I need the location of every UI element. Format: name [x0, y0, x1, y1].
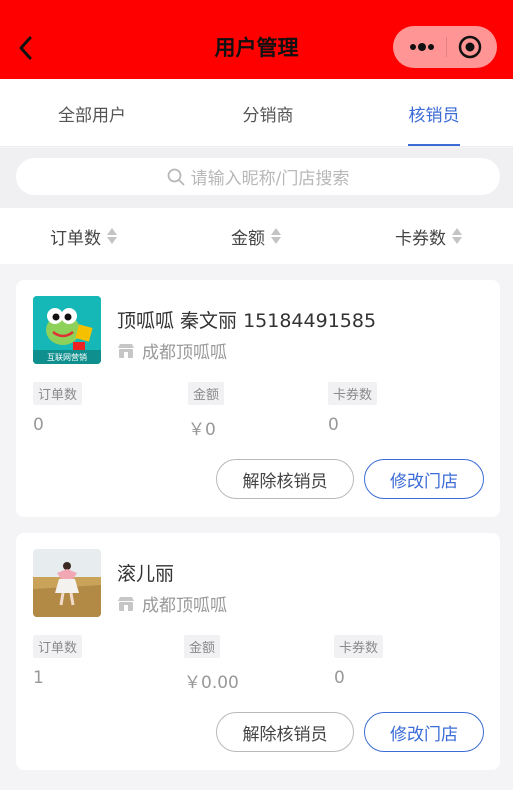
search-icon	[167, 168, 185, 186]
verifier-name: 滚儿丽	[117, 563, 175, 585]
change-store-button[interactable]: 修改门店	[364, 459, 484, 499]
stat-label: 金额	[188, 382, 225, 405]
tab-verifiers[interactable]: 核销员	[364, 79, 504, 147]
more-options-button[interactable]	[409, 42, 435, 52]
search-placeholder: 请输入昵称/门店搜索	[190, 169, 350, 189]
sort-arrows-icon	[452, 228, 462, 244]
sort-by-orders[interactable]: 订单数	[50, 208, 117, 264]
store-name: 成都顶呱呱	[142, 343, 227, 363]
stat-value: ￥0.00	[184, 673, 239, 693]
verifier-name: 顶呱呱 秦文丽 15184491585	[117, 310, 377, 332]
stat-amount: 金额 ￥0	[188, 382, 225, 440]
search-input[interactable]: 请输入昵称/门店搜索	[16, 158, 500, 195]
active-tab-indicator	[408, 144, 460, 146]
stat-value: 0	[328, 415, 339, 435]
remove-verifier-button[interactable]: 解除核销员	[216, 459, 354, 499]
avatar: 互联网营销	[33, 296, 101, 364]
stat-value: ￥0	[188, 420, 216, 440]
change-store-button[interactable]: 修改门店	[364, 712, 484, 752]
nav-header: 用户管理	[0, 0, 513, 79]
stat-value: 0	[334, 668, 345, 688]
close-miniprogram-button[interactable]	[458, 35, 482, 59]
stat-coupons: 卡券数 0	[334, 635, 384, 688]
store-icon	[117, 343, 135, 359]
verifier-card: 互联网营销 顶呱呱 秦文丽 15184491585 成都顶呱呱 订单数 0 金额…	[16, 280, 500, 517]
sort-by-amount[interactable]: 金额	[231, 208, 281, 264]
more-dots-icon	[409, 43, 434, 51]
sort-label: 订单数	[50, 228, 101, 249]
stat-orders: 订单数 1	[33, 635, 83, 688]
stat-label: 卡券数	[328, 382, 378, 405]
stat-label: 订单数	[33, 635, 83, 658]
target-circle-icon	[458, 35, 481, 59]
stat-coupons: 卡券数 0	[328, 382, 378, 435]
stat-value: 1	[33, 668, 44, 688]
tab-all-users[interactable]: 全部用户	[22, 79, 162, 147]
store-icon	[117, 596, 135, 612]
sort-by-coupons[interactable]: 卡券数	[395, 208, 462, 264]
avatar-caption: 互联网营销	[47, 352, 87, 362]
tab-distributors[interactable]: 分销商	[198, 79, 338, 147]
sort-bar: 订单数 金额 卡券数	[0, 208, 513, 264]
sort-arrows-icon	[107, 228, 117, 244]
stat-orders: 订单数 0	[33, 382, 83, 435]
mini-program-capsule	[393, 26, 497, 68]
avatar	[33, 549, 101, 617]
stat-label: 订单数	[33, 382, 83, 405]
user-type-tabs: 全部用户 分销商 核销员	[0, 79, 513, 147]
capsule-divider	[445, 37, 447, 57]
stat-amount: 金额 ￥0.00	[184, 635, 239, 693]
store-info: 成都顶呱呱	[117, 591, 227, 616]
sort-label: 金额	[231, 228, 265, 249]
sort-label: 卡券数	[395, 228, 446, 249]
store-info: 成都顶呱呱	[117, 338, 227, 363]
store-name: 成都顶呱呱	[142, 596, 227, 616]
search-bar: 请输入昵称/门店搜索	[0, 148, 513, 208]
remove-verifier-button[interactable]: 解除核销员	[216, 712, 354, 752]
stat-value: 0	[33, 415, 44, 435]
sort-arrows-icon	[271, 228, 281, 244]
stat-label: 金额	[184, 635, 221, 658]
stat-label: 卡券数	[334, 635, 384, 658]
verifier-card: 滚儿丽 成都顶呱呱 订单数 1 金额 ￥0.00 卡券数 0 解除核销员 修改门…	[16, 533, 500, 770]
